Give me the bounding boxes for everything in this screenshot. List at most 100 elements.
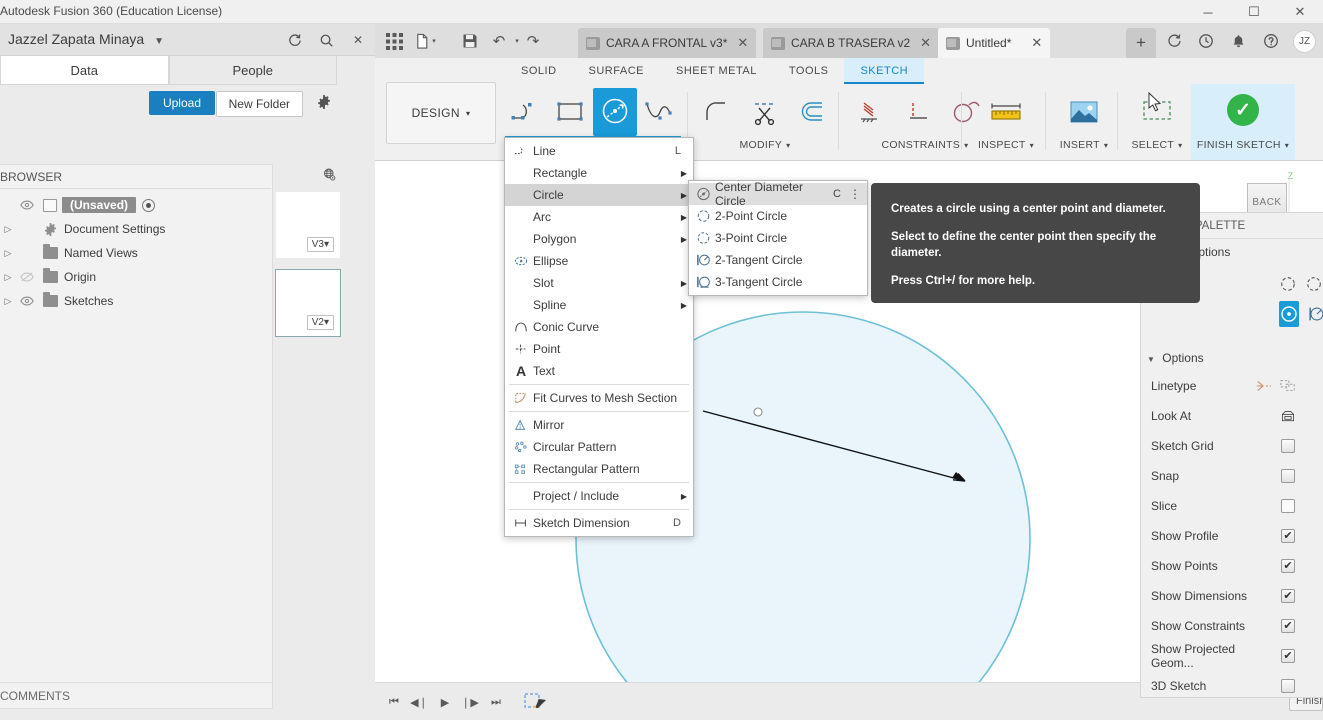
center-diameter-circle-icon[interactable]	[1279, 301, 1299, 327]
palette-row-show-constraints[interactable]: Show Constraints ✔	[1141, 611, 1323, 641]
menu-item-rectangular-pattern[interactable]: Rectangular Pattern	[505, 458, 693, 480]
two-point-circle-icon[interactable]	[1279, 271, 1297, 297]
browser-item-document-settings[interactable]: ▷ Document Settings	[0, 217, 271, 241]
timeline-step-forward-button[interactable]: ❘▶	[460, 693, 480, 711]
menu-item-circular-pattern[interactable]: Circular Pattern	[505, 436, 693, 458]
timeline-step-back-button[interactable]: ◀❘	[409, 693, 429, 711]
constraint-perpendicular-button[interactable]	[893, 88, 941, 136]
create-rectangle-button[interactable]	[549, 88, 593, 136]
show-dimensions-checkbox[interactable]: ✔	[1281, 589, 1295, 603]
timeline-go-end-button[interactable]: ⏭	[486, 693, 506, 711]
avatar[interactable]: JZ	[1293, 30, 1316, 53]
ribbon-panel-label-modify[interactable]: MODIFY ▾	[695, 136, 835, 154]
expander-icon[interactable]: ▷	[0, 224, 16, 235]
constraint-fix-button[interactable]	[845, 88, 893, 136]
tab-people[interactable]: People	[168, 56, 337, 85]
create-spline-button[interactable]	[637, 88, 681, 136]
visibility-eye-icon[interactable]	[16, 296, 38, 306]
upload-button[interactable]: Upload	[148, 91, 215, 115]
maximize-button[interactable]: ☐	[1231, 0, 1277, 24]
circle-submenu[interactable]: Center Diameter Circle C ⋮ 2-Point Circl…	[688, 180, 868, 296]
menu-item-conic-curve[interactable]: Conic Curve	[505, 316, 693, 338]
three-point-circle-icon[interactable]	[1305, 271, 1323, 297]
3d-sketch-checkbox[interactable]	[1281, 679, 1295, 693]
menu-item-circle[interactable]: Circle ▶	[505, 184, 693, 206]
show-points-checkbox[interactable]: ✔	[1281, 559, 1295, 573]
close-panel-icon[interactable]: ✕	[346, 28, 370, 52]
create-line-button[interactable]	[505, 88, 549, 136]
timeline-play-button[interactable]: ▶	[435, 693, 455, 711]
ribbon-panel-label-insert[interactable]: INSERT ▾	[1051, 136, 1117, 154]
menu-item-line[interactable]: Line L	[505, 140, 693, 162]
close-icon[interactable]: ✕	[1031, 35, 1042, 51]
submenu-item-3-point-circle[interactable]: 3-Point Circle	[689, 227, 867, 249]
tab-sketch[interactable]: SKETCH	[844, 58, 925, 84]
notifications-icon[interactable]	[1226, 29, 1250, 53]
palette-row-slice[interactable]: Slice	[1141, 491, 1323, 521]
menu-item-text[interactable]: A Text	[505, 360, 693, 382]
globe-icon[interactable]	[320, 165, 338, 183]
tab-surface[interactable]: SURFACE	[573, 58, 660, 84]
menu-item-spline[interactable]: Spline ▶	[505, 294, 693, 316]
add-document-tab-button[interactable]: +	[1126, 28, 1156, 58]
save-icon[interactable]	[458, 29, 482, 53]
expander-icon[interactable]: ▷	[0, 272, 16, 283]
menu-item-ellipse[interactable]: Ellipse	[505, 250, 693, 272]
refresh-icon[interactable]	[282, 28, 306, 52]
ribbon-panel-label-select[interactable]: SELECT ▾	[1123, 136, 1191, 154]
palette-row-linetype[interactable]: Linetype	[1141, 371, 1323, 401]
browser-item-origin[interactable]: ▷ Origin	[0, 265, 271, 289]
menu-item-point[interactable]: Point	[505, 338, 693, 360]
close-icon[interactable]: ✕	[737, 35, 748, 51]
ribbon-panel-label-inspect[interactable]: INSPECT ▾	[967, 136, 1045, 154]
look-at-icon[interactable]	[1281, 409, 1295, 423]
menu-item-sketch-dimension[interactable]: Sketch Dimension D	[505, 512, 693, 534]
comments-panel[interactable]: COMMENTS	[0, 682, 273, 709]
modify-offset-button[interactable]	[788, 88, 835, 136]
menu-item-polygon[interactable]: Polygon ▶	[505, 228, 693, 250]
job-status-icon[interactable]	[1162, 29, 1186, 53]
create-circle-button[interactable]	[593, 88, 637, 136]
search-icon[interactable]	[314, 28, 338, 52]
ribbon-panel-label-finish-sketch[interactable]: FINISH SKETCH ▾	[1191, 136, 1295, 154]
inspect-measure-button[interactable]	[982, 88, 1030, 136]
browser-item-named-views[interactable]: ▷ Named Views	[0, 241, 271, 265]
expander-icon[interactable]: ▷	[0, 248, 16, 259]
visibility-eye-off-icon[interactable]	[16, 272, 38, 282]
show-profile-checkbox[interactable]: ✔	[1281, 529, 1295, 543]
palette-options-header[interactable]: ▼ Options	[1141, 345, 1323, 371]
activate-component-radio[interactable]	[142, 198, 156, 212]
workspace-switcher-design[interactable]: DESIGN ▾	[386, 82, 496, 144]
slice-checkbox[interactable]	[1281, 499, 1295, 513]
sketch-grid-checkbox[interactable]	[1281, 439, 1295, 453]
modify-fillet-button[interactable]	[695, 88, 742, 136]
palette-row-show-profile[interactable]: Show Profile ✔	[1141, 521, 1323, 551]
new-document-icon[interactable]: ▾	[413, 29, 437, 53]
palette-row-show-dimensions[interactable]: Show Dimensions ✔	[1141, 581, 1323, 611]
close-window-button[interactable]: ✕	[1277, 0, 1323, 24]
file-thumbnail-v2[interactable]: V2▾	[275, 269, 341, 337]
check-icon[interactable]: ✓	[1227, 94, 1259, 126]
document-tab-cara-a-frontal[interactable]: CARA A FRONTAL v3* ✕	[578, 28, 757, 58]
insert-canvas-button[interactable]	[1060, 88, 1108, 136]
palette-row-3d-sketch[interactable]: 3D Sketch	[1141, 671, 1323, 701]
close-icon[interactable]: ✕	[920, 35, 931, 51]
submenu-item-center-diameter-circle[interactable]: Center Diameter Circle C ⋮	[689, 180, 867, 208]
menu-item-project-include[interactable]: Project / Include ▶	[505, 485, 693, 507]
version-chip-v2[interactable]: V2▾	[306, 315, 334, 330]
document-tab-untitled[interactable]: Untitled* ✕	[938, 28, 1051, 58]
menu-item-fit-curves-to-mesh-section[interactable]: Fit Curves to Mesh Section	[505, 387, 693, 409]
help-icon[interactable]	[1259, 29, 1283, 53]
browser-item-sketches[interactable]: ▷ Sketches	[0, 289, 271, 313]
menu-item-rectangle[interactable]: Rectangle ▶	[505, 162, 693, 184]
submenu-item-2-tangent-circle[interactable]: 2-Tangent Circle	[689, 249, 867, 271]
linetype-icon[interactable]	[1255, 378, 1297, 394]
two-tangent-circle-icon[interactable]	[1307, 301, 1323, 327]
tab-sheet-metal[interactable]: SHEET METAL	[660, 58, 773, 84]
gear-icon[interactable]	[315, 93, 333, 111]
palette-row-look-at[interactable]: Look At	[1141, 401, 1323, 431]
snap-checkbox[interactable]	[1281, 469, 1295, 483]
menu-item-mirror[interactable]: Mirror	[505, 414, 693, 436]
submenu-item-3-tangent-circle[interactable]: 3-Tangent Circle	[689, 271, 867, 293]
tab-tools[interactable]: TOOLS	[773, 58, 845, 84]
